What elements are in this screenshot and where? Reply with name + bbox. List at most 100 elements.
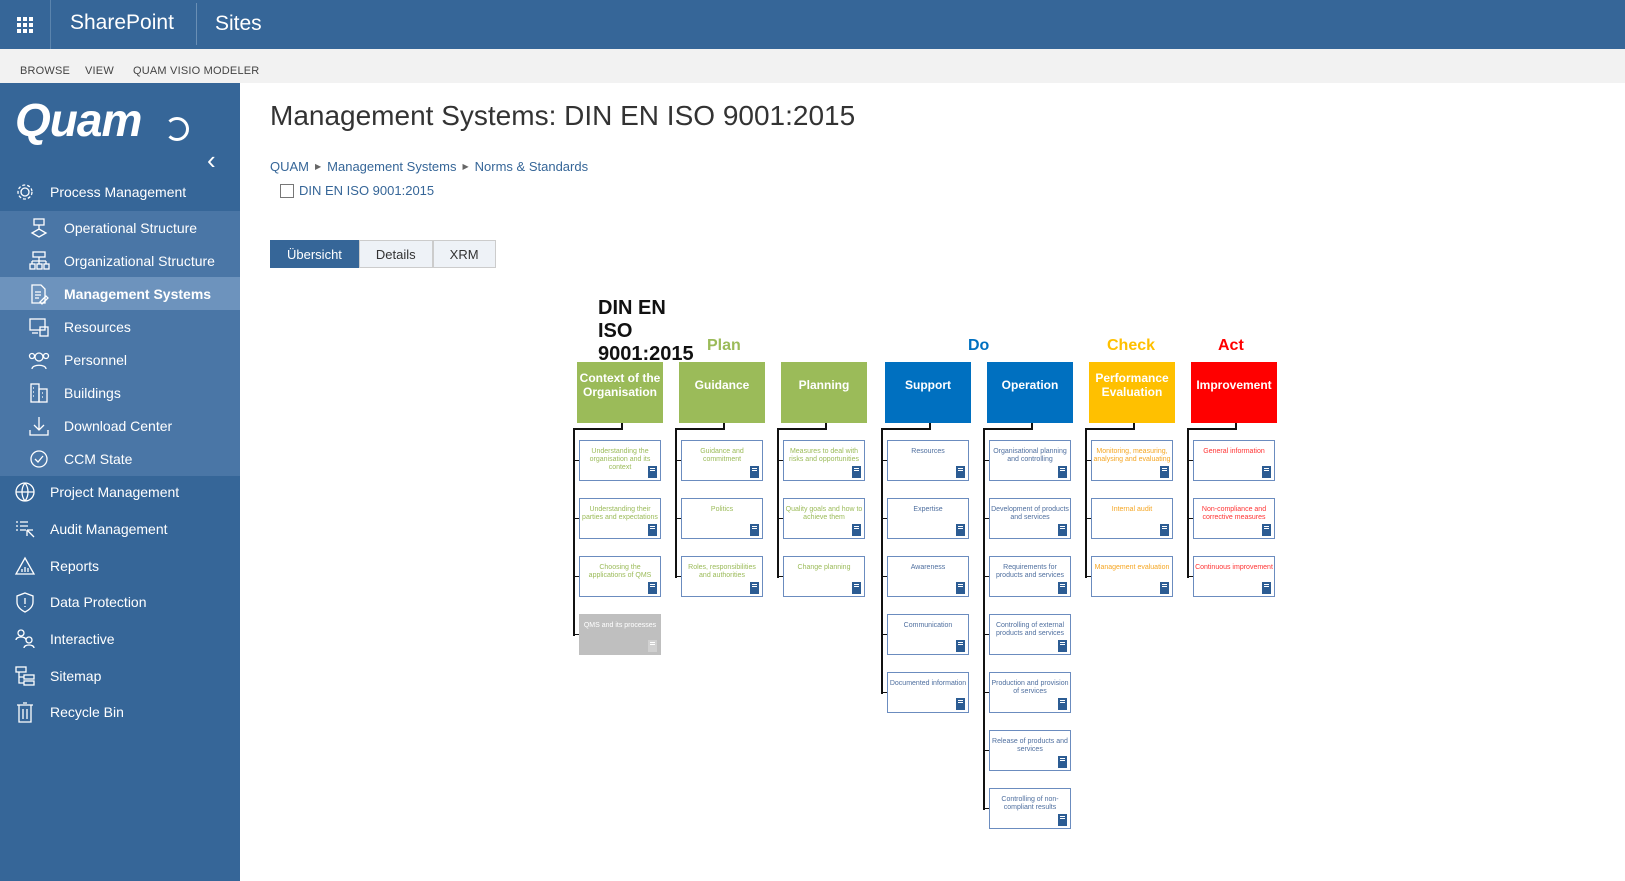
process-box[interactable]: Continuous improvement (1193, 556, 1275, 597)
linked-document-icon[interactable] (1058, 582, 1067, 594)
linked-document-icon[interactable] (956, 640, 965, 652)
linked-document-icon[interactable] (1058, 814, 1067, 826)
process-box[interactable]: Guidance and commitment (681, 440, 763, 481)
category-context-of-the-organisation[interactable]: Context of the Organisation (577, 362, 663, 423)
process-box[interactable]: Expertise (887, 498, 969, 539)
process-box[interactable]: Management evaluation (1091, 556, 1173, 597)
sidebar-item-data-protection[interactable]: Data Protection (0, 585, 240, 619)
linked-document-icon[interactable] (1262, 466, 1271, 478)
chevron-left-icon[interactable]: ‹ (207, 145, 216, 176)
tab-details[interactable]: Details (358, 240, 433, 268)
linked-document-icon[interactable] (1262, 582, 1271, 594)
sites-link[interactable]: Sites (196, 3, 262, 45)
app-launcher-button[interactable] (0, 0, 51, 49)
process-box[interactable]: Resources (887, 440, 969, 481)
category-improvement[interactable]: Improvement (1191, 362, 1277, 423)
category-performance-evaluation[interactable]: Performance Evaluation (1089, 362, 1175, 423)
linked-document-icon[interactable] (1160, 524, 1169, 536)
breadcrumb-quam[interactable]: QUAM (270, 159, 309, 174)
process-box[interactable]: Internal audit (1091, 498, 1173, 539)
sidebar-item-download-center[interactable]: Download Center (0, 409, 240, 443)
process-box[interactable]: Documented information (887, 672, 969, 713)
process-box[interactable]: Choosing the applications of QMS (579, 556, 661, 597)
sidebar-item-personnel[interactable]: Personnel (0, 343, 240, 377)
linked-document-icon[interactable] (1058, 524, 1067, 536)
process-box[interactable]: Non-compliance and corrective measures (1193, 498, 1275, 539)
breadcrumb-current[interactable]: DIN EN ISO 9001:2015 (280, 183, 434, 198)
phase-label-plan: Plan (707, 337, 741, 354)
sidebar-item-label: Management Systems (64, 286, 212, 302)
linked-document-icon[interactable] (956, 466, 965, 478)
linked-document-icon[interactable] (1058, 698, 1067, 710)
process-box[interactable]: Quality goals and how to achieve them (783, 498, 865, 539)
sidebar-item-operational-structure[interactable]: Operational Structure (0, 211, 240, 245)
linked-document-icon[interactable] (1058, 466, 1067, 478)
sharepoint-brand[interactable]: SharePoint (70, 11, 174, 35)
linked-document-icon[interactable] (852, 466, 861, 478)
breadcrumb-norms-standards[interactable]: Norms & Standards (475, 159, 588, 174)
sidebar-item-recycle-bin[interactable]: Recycle Bin (0, 695, 240, 729)
linked-document-icon[interactable] (648, 640, 657, 652)
sidebar-item-project-management[interactable]: Project Management (0, 475, 240, 509)
category-operation[interactable]: Operation (987, 362, 1073, 423)
ribbon-tab-view[interactable]: VIEW (85, 65, 114, 77)
process-box[interactable]: Understanding their parties and expectat… (579, 498, 661, 539)
sidebar-item-reports[interactable]: Reports (0, 549, 240, 583)
process-box[interactable]: Politics (681, 498, 763, 539)
quam-logo[interactable]: Quam (15, 93, 142, 147)
linked-document-icon[interactable] (648, 466, 657, 478)
process-box[interactable]: Change planning (783, 556, 865, 597)
category-planning[interactable]: Planning (781, 362, 867, 423)
linked-document-icon[interactable] (956, 524, 965, 536)
sidebar-item-ccm-state[interactable]: CCM State (0, 442, 240, 476)
linked-document-icon[interactable] (1160, 466, 1169, 478)
linked-document-icon[interactable] (956, 698, 965, 710)
sidebar-item-audit-management[interactable]: Audit Management (0, 512, 240, 546)
sidebar-item-buildings[interactable]: Buildings (0, 376, 240, 410)
process-box[interactable]: Release of products and services (989, 730, 1071, 771)
process-box-label: Expertise (913, 506, 943, 513)
process-box[interactable]: Controlling of external products and ser… (989, 614, 1071, 655)
linked-document-icon[interactable] (648, 582, 657, 594)
process-box[interactable]: Roles, responsibilities and authorities (681, 556, 763, 597)
process-box[interactable]: QMS and its processes (579, 614, 661, 655)
process-box[interactable]: Controlling of non-compliant results (989, 788, 1071, 829)
linked-document-icon[interactable] (852, 582, 861, 594)
linked-document-icon[interactable] (1160, 582, 1169, 594)
process-box[interactable]: Production and provision of services (989, 672, 1071, 713)
tab-xrm[interactable]: XRM (432, 240, 496, 268)
process-box[interactable]: Requirements for products and services (989, 556, 1071, 597)
process-box[interactable]: General information (1193, 440, 1275, 481)
sidebar-item-management-systems[interactable]: Management Systems (0, 277, 240, 311)
process-box-label: Awareness (910, 564, 946, 571)
process-box[interactable]: Communication (887, 614, 969, 655)
people-exchange-icon (14, 628, 36, 650)
process-box[interactable]: Monitoring, measuring, analysing and eva… (1091, 440, 1173, 481)
ribbon-tab-browse[interactable]: BROWSE (20, 65, 70, 77)
category-guidance[interactable]: Guidance (679, 362, 765, 423)
linked-document-icon[interactable] (1058, 640, 1067, 652)
sidebar-item-resources[interactable]: Resources (0, 310, 240, 344)
sidebar-item-interactive[interactable]: Interactive (0, 622, 240, 656)
linked-document-icon[interactable] (956, 582, 965, 594)
breadcrumb-management-systems[interactable]: Management Systems (327, 159, 456, 174)
linked-document-icon[interactable] (852, 524, 861, 536)
linked-document-icon[interactable] (648, 524, 657, 536)
process-box[interactable]: Understanding the organisation and its c… (579, 440, 661, 481)
linked-document-icon[interactable] (750, 466, 759, 478)
ribbon-tab-quam-visio-modeler[interactable]: QUAM VISIO MODELER (133, 65, 259, 77)
sidebar-item-sitemap[interactable]: Sitemap (0, 659, 240, 693)
sidebar-item-process-management[interactable]: Process Management (0, 175, 240, 209)
linked-document-icon[interactable] (750, 582, 759, 594)
process-box[interactable]: Measures to deal with risks and opportun… (783, 440, 865, 481)
tab-uebersicht[interactable]: Übersicht (270, 240, 359, 268)
process-box[interactable]: Development of products and services (989, 498, 1071, 539)
linked-document-icon[interactable] (750, 524, 759, 536)
linked-document-icon[interactable] (1262, 524, 1271, 536)
category-support[interactable]: Support (885, 362, 971, 423)
linked-document-icon[interactable] (1058, 756, 1067, 768)
process-box[interactable]: Awareness (887, 556, 969, 597)
sidebar-item-organizational-structure[interactable]: Organizational Structure (0, 244, 240, 278)
process-box[interactable]: Organisational planning and controlling (989, 440, 1071, 481)
connector-line (675, 428, 725, 430)
